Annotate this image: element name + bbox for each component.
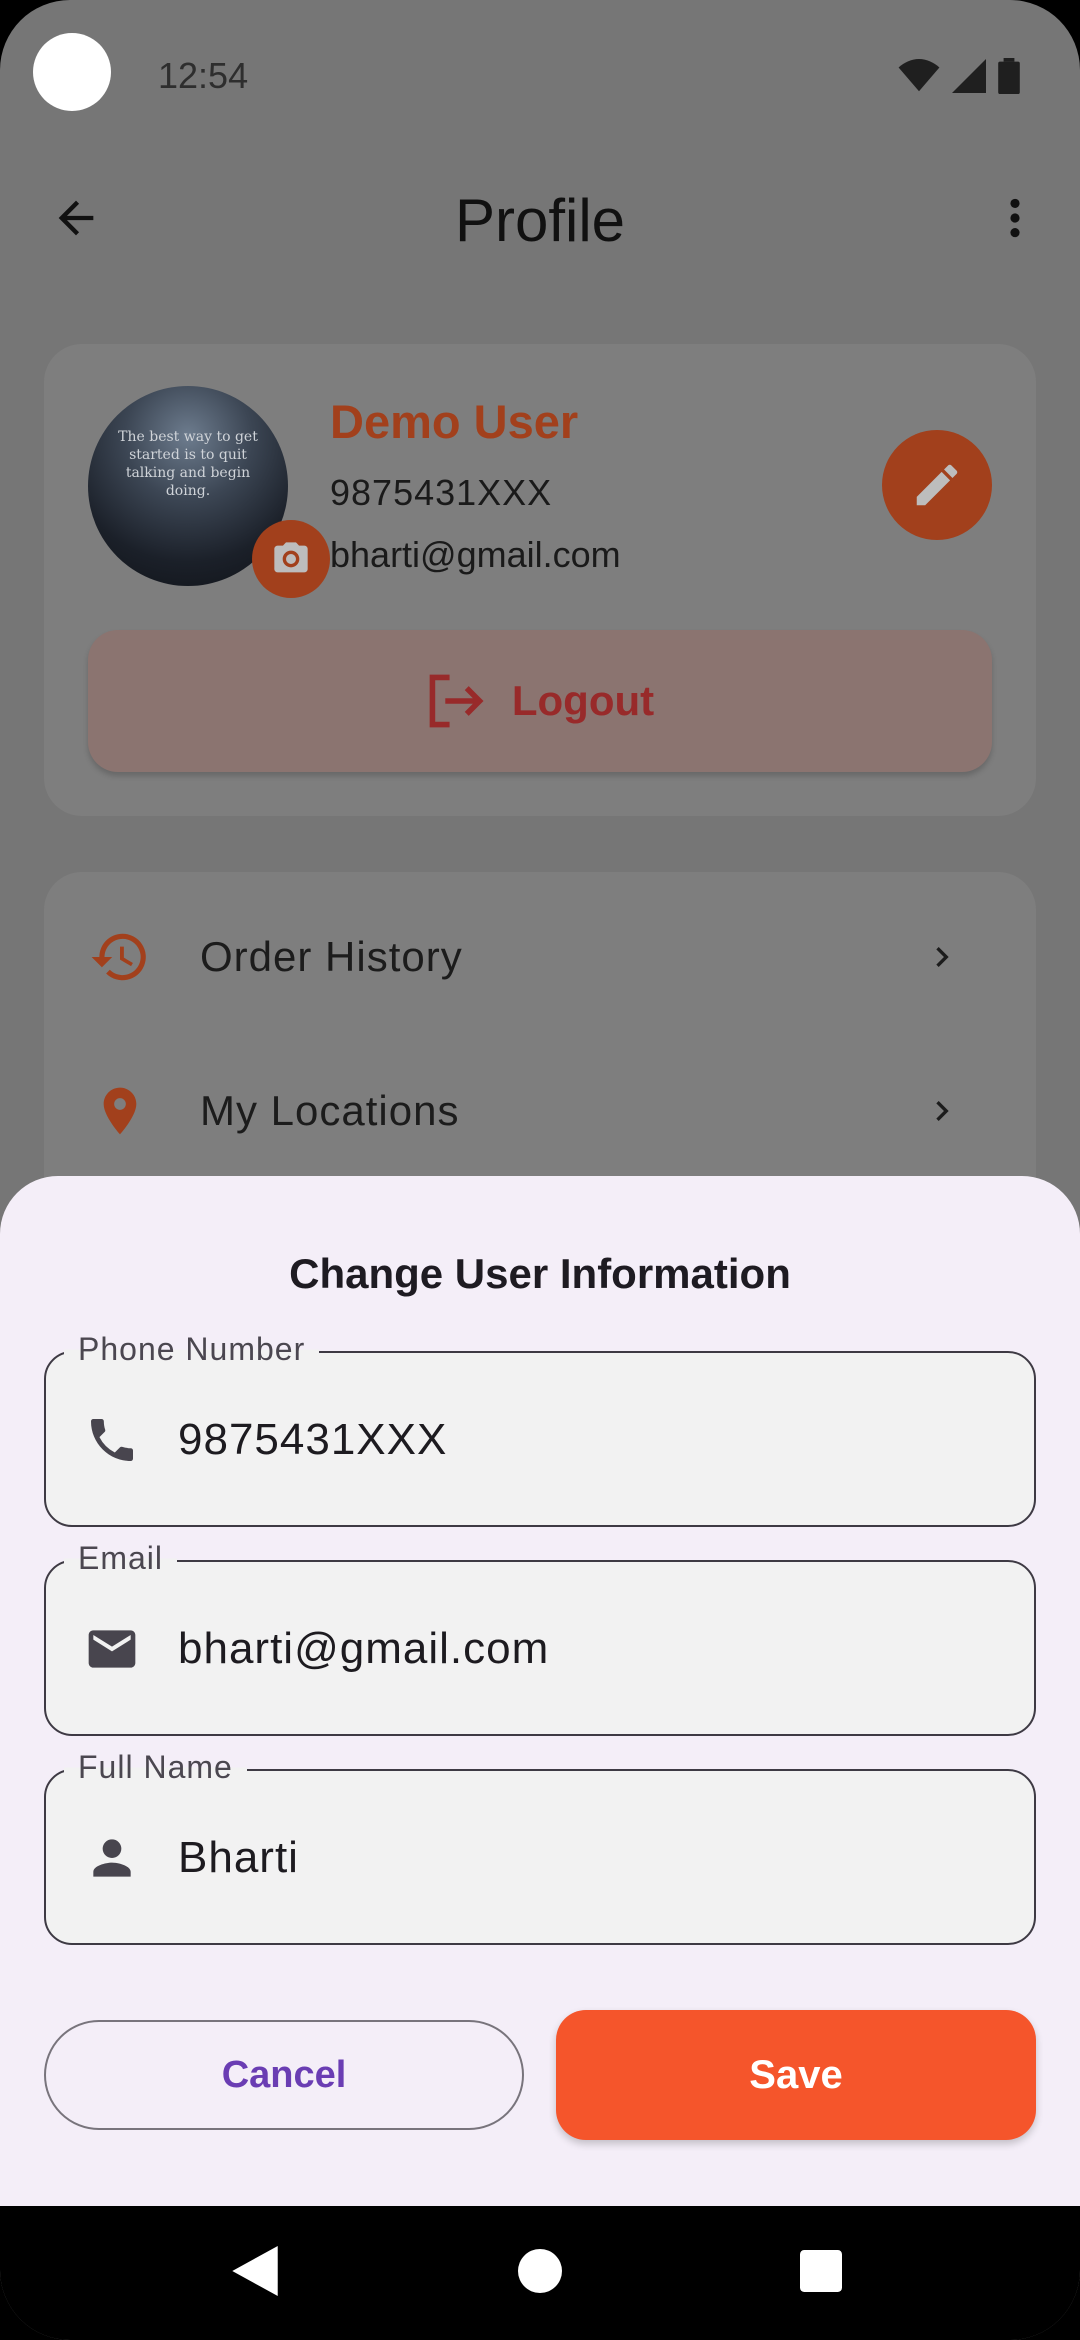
full-name-value: Bharti [178, 1833, 299, 1882]
field-label: Email [64, 1540, 178, 1577]
circle-home-icon [518, 2249, 562, 2293]
profile-card: The best way to get started is to quit t… [44, 344, 1036, 816]
phone-screen: 12:54 Profile The best way to get starte… [0, 0, 1080, 2340]
mail-icon [80, 1617, 144, 1681]
save-label: Save [749, 2052, 843, 2097]
change-photo-button[interactable] [252, 520, 330, 598]
camera-icon [274, 542, 308, 573]
pencil-icon [916, 464, 958, 506]
logout-label: Logout [511, 677, 655, 724]
logout-button[interactable]: Logout [88, 630, 992, 772]
user-name: Demo User [330, 395, 579, 448]
email-value: bharti@gmail.com [178, 1624, 550, 1673]
cancel-button[interactable]: Cancel [44, 2020, 524, 2130]
edit-user-bottom-sheet: Change User Information Phone Number 987… [0, 1176, 1080, 2206]
field-label: Full Name [64, 1749, 247, 1786]
chevron-right-icon [922, 1091, 962, 1131]
app-bar: Profile [0, 150, 1080, 298]
full-name-field[interactable]: Full Name Bharti [44, 1749, 1036, 1945]
camera-cutout [33, 33, 111, 111]
phone-icon [80, 1408, 144, 1472]
user-phone: 9875431XXX [330, 472, 553, 513]
more-vert-icon [1010, 198, 1020, 238]
nav-home-button[interactable] [505, 2236, 575, 2306]
battery-icon [998, 58, 1020, 94]
square-recents-icon [800, 2250, 842, 2292]
avatar-container: The best way to get started is to quit t… [88, 386, 330, 598]
sheet-title: Change User Information [289, 1250, 791, 1297]
user-email: bharti@gmail.com [330, 534, 621, 575]
more-options-button[interactable] [990, 186, 1040, 250]
edit-profile-button[interactable] [882, 430, 992, 540]
menu-item-my-locations[interactable]: My Locations [44, 1036, 1036, 1186]
email-field[interactable]: Email bharti@gmail.com [44, 1540, 1036, 1736]
chevron-right-icon [922, 937, 962, 977]
field-label: Phone Number [64, 1331, 320, 1368]
cancel-label: Cancel [221, 2053, 347, 2096]
signal-icon [952, 59, 986, 93]
save-button[interactable]: Save [556, 2010, 1036, 2140]
nav-recents-button[interactable] [786, 2236, 856, 2306]
logout-icon [429, 674, 484, 728]
page-title: Profile [454, 187, 626, 254]
status-time: 12:54 [158, 55, 249, 96]
history-icon [88, 925, 152, 989]
phone-number-field[interactable]: Phone Number 9875431XXX [44, 1331, 1036, 1527]
person-icon [80, 1826, 144, 1890]
avatar-quote: The best way to get started is to quit t… [118, 429, 258, 499]
menu-item-order-history[interactable]: Order History [44, 882, 1036, 1032]
phone-number-value: 9875431XXX [178, 1415, 448, 1464]
status-bar: 12:54 [0, 0, 1080, 150]
triangle-back-icon [232, 2246, 278, 2296]
menu-item-label: Order History [200, 933, 463, 980]
system-nav-bar [0, 2206, 1080, 2340]
menu-item-label: My Locations [200, 1087, 460, 1134]
nav-back-button[interactable] [220, 2236, 290, 2306]
status-icons [898, 58, 1020, 94]
location-pin-icon [88, 1079, 152, 1143]
wifi-icon [898, 59, 940, 93]
